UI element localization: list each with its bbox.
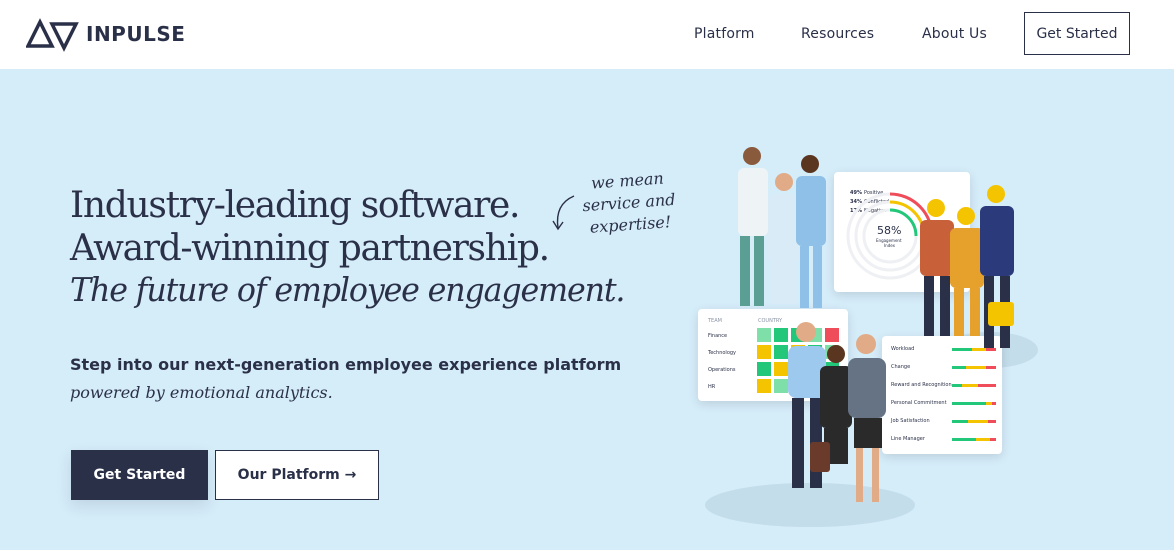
hero-subtitle-script: powered by emotional analytics. — [70, 383, 333, 402]
heatmap-team-header: TEAM — [708, 318, 722, 324]
people-illustration — [738, 147, 1014, 502]
hero-headline-line1: Industry-leading software. — [70, 185, 520, 226]
nav-about-us[interactable]: About Us — [922, 26, 987, 42]
hero-headline-script: The future of employee engagement. — [70, 270, 626, 309]
handwritten-annotation: we mean service and expertise! — [572, 166, 686, 240]
nav-resources[interactable]: Resources — [801, 26, 874, 42]
our-platform-button[interactable]: Our Platform → — [215, 450, 379, 500]
site-header: INPULSE Platform Resources About Us Get … — [0, 0, 1174, 69]
curved-arrow-icon — [552, 195, 575, 231]
heatmap-row-label: Finance — [708, 333, 728, 339]
get-started-button[interactable]: Get Started — [71, 450, 208, 500]
brand-logo[interactable]: INPULSE — [26, 16, 185, 52]
hero-subtitle: Step into our next-generation employee e… — [70, 355, 622, 374]
inpulse-logo-icon — [26, 18, 79, 52]
heatmap-row-label: HR — [708, 384, 716, 390]
nav-platform[interactable]: Platform — [694, 26, 755, 42]
brand-name: INPULSE — [86, 22, 186, 46]
hero-headline-line2: Award-winning partnership. — [70, 228, 550, 269]
header-get-started-button[interactable]: Get Started — [1024, 12, 1130, 55]
